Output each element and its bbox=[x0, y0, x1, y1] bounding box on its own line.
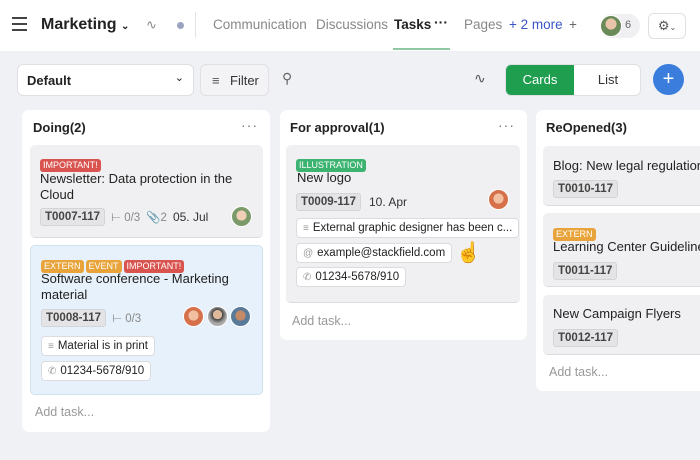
task-id: T0009-117 bbox=[296, 193, 361, 211]
task-card[interactable]: New Campaign Flyers T0012-117 bbox=[543, 295, 700, 355]
plus-icon: + bbox=[662, 68, 675, 90]
tab-pages[interactable]: Pages bbox=[464, 17, 502, 32]
task-title: Newsletter: Data protection in the Cloud bbox=[40, 171, 233, 202]
tab-discussions[interactable]: Discussions bbox=[316, 17, 388, 32]
task-id: T0010-117 bbox=[553, 180, 618, 198]
tab-communication[interactable]: Communication bbox=[213, 17, 307, 32]
column-title: Doing(2) bbox=[33, 120, 86, 135]
task-card[interactable]: IMPORTANT! Newsletter: Data protection i… bbox=[30, 145, 263, 238]
email-chip[interactable]: @ example@stackfield.com bbox=[296, 243, 453, 263]
subtasks-count: ⊢ 0/3 bbox=[112, 313, 142, 325]
task-title: Software conference - Marketing material bbox=[41, 271, 229, 302]
active-tab-indicator bbox=[393, 48, 450, 50]
text-icon: ≡ bbox=[48, 341, 54, 352]
task-id: T0011-117 bbox=[553, 262, 618, 280]
task-title: Blog: New legal regulations bbox=[553, 158, 700, 173]
column-menu-icon[interactable]: ··· bbox=[498, 117, 515, 133]
add-tab-button[interactable]: + bbox=[569, 17, 577, 32]
column-title: ReOpened(3) bbox=[546, 120, 627, 135]
add-task-link[interactable]: Add task... bbox=[549, 365, 608, 379]
avatar bbox=[207, 306, 228, 327]
task-title: New logo bbox=[297, 170, 352, 185]
divider bbox=[195, 12, 196, 38]
chevron-down-icon: ⌄ bbox=[669, 23, 677, 32]
activity-icon[interactable]: ∿ bbox=[474, 70, 486, 87]
chevron-down-icon: ⌄ bbox=[174, 72, 184, 84]
text-icon: ≡ bbox=[303, 223, 309, 234]
task-card[interactable]: EXTERN Learning Center Guidelines T0011-… bbox=[543, 213, 700, 287]
avatar bbox=[600, 15, 622, 37]
phone-chip[interactable]: ✆ 01234-5678/910 bbox=[296, 267, 407, 287]
space-title[interactable]: Marketing ⌄ bbox=[41, 16, 129, 34]
add-task-link[interactable]: Add task... bbox=[35, 405, 94, 419]
avatar bbox=[183, 306, 204, 327]
column-menu-icon[interactable]: ··· bbox=[241, 117, 258, 133]
task-id: T0007-117 bbox=[40, 208, 105, 226]
menu-icon[interactable] bbox=[12, 17, 27, 31]
activity-icon[interactable]: ∿ bbox=[146, 17, 157, 33]
description-chip[interactable]: ≡ External graphic designer has been c... bbox=[296, 218, 520, 238]
status-dot-icon bbox=[177, 22, 184, 29]
task-title: Learning Center Guidelines bbox=[553, 239, 700, 254]
description-chip[interactable]: ≡ Material is in print bbox=[41, 336, 155, 356]
hand-cursor-icon: ☝ bbox=[456, 242, 481, 264]
due-date: 05. Jul bbox=[172, 210, 209, 224]
view-select[interactable]: Default ⌄ bbox=[17, 64, 194, 96]
column-doing: Doing(2) ··· IMPORTANT! Newsletter: Data… bbox=[22, 110, 270, 432]
avatar bbox=[231, 206, 252, 227]
search-icon[interactable]: ⚲ bbox=[282, 70, 292, 87]
task-card[interactable]: EXTERN EVENT IMPORTANT! Software conferenc… bbox=[30, 245, 263, 395]
task-card[interactable]: Blog: New legal regulations T0010-117 bbox=[543, 146, 700, 206]
settings-button[interactable]: ⚙⌄ bbox=[648, 13, 686, 39]
tab-tasks[interactable]: Tasks bbox=[394, 17, 431, 32]
phone-icon: ✆ bbox=[48, 366, 57, 377]
gear-icon: ⚙ bbox=[657, 18, 670, 33]
list-view-button[interactable]: List bbox=[574, 65, 640, 95]
phone-chip[interactable]: ✆ 01234-5678/910 bbox=[41, 361, 152, 381]
cards-view-button[interactable]: Cards bbox=[506, 65, 574, 95]
phone-icon: ✆ bbox=[303, 272, 312, 283]
members-button[interactable]: 6 bbox=[600, 14, 640, 38]
task-id: T0012-117 bbox=[553, 329, 618, 347]
due-date: 10. Apr bbox=[369, 195, 408, 209]
avatar bbox=[488, 189, 509, 210]
attachments-count: 📎2 bbox=[146, 212, 167, 224]
column-reopened: ReOpened(3) Blog: New legal regulations … bbox=[536, 110, 700, 391]
add-task-button[interactable]: + bbox=[653, 64, 684, 95]
more-options-icon[interactable]: ··· bbox=[434, 14, 448, 30]
task-title: New Campaign Flyers bbox=[553, 306, 681, 321]
member-count: 6 bbox=[625, 19, 632, 31]
chevron-down-icon: ⌄ bbox=[121, 21, 130, 32]
filter-icon: ≡ bbox=[212, 73, 220, 88]
more-tabs-link[interactable]: + 2 more bbox=[509, 17, 563, 32]
view-toggle: Cards List bbox=[505, 64, 641, 96]
column-title: For approval(1) bbox=[290, 120, 385, 135]
at-icon: @ bbox=[303, 248, 314, 259]
filter-button[interactable]: ≡ Filter bbox=[200, 64, 269, 96]
column-for-approval: For approval(1) ··· ILLUSTRATION New log… bbox=[280, 110, 527, 340]
avatar bbox=[230, 306, 251, 327]
task-card[interactable]: ILLUSTRATION New logo T0009-117 10. Apr … bbox=[286, 145, 520, 303]
subtasks-count: ⊢ 0/3 bbox=[111, 212, 141, 224]
add-task-link[interactable]: Add task... bbox=[292, 314, 351, 328]
task-id: T0008-117 bbox=[41, 309, 106, 327]
